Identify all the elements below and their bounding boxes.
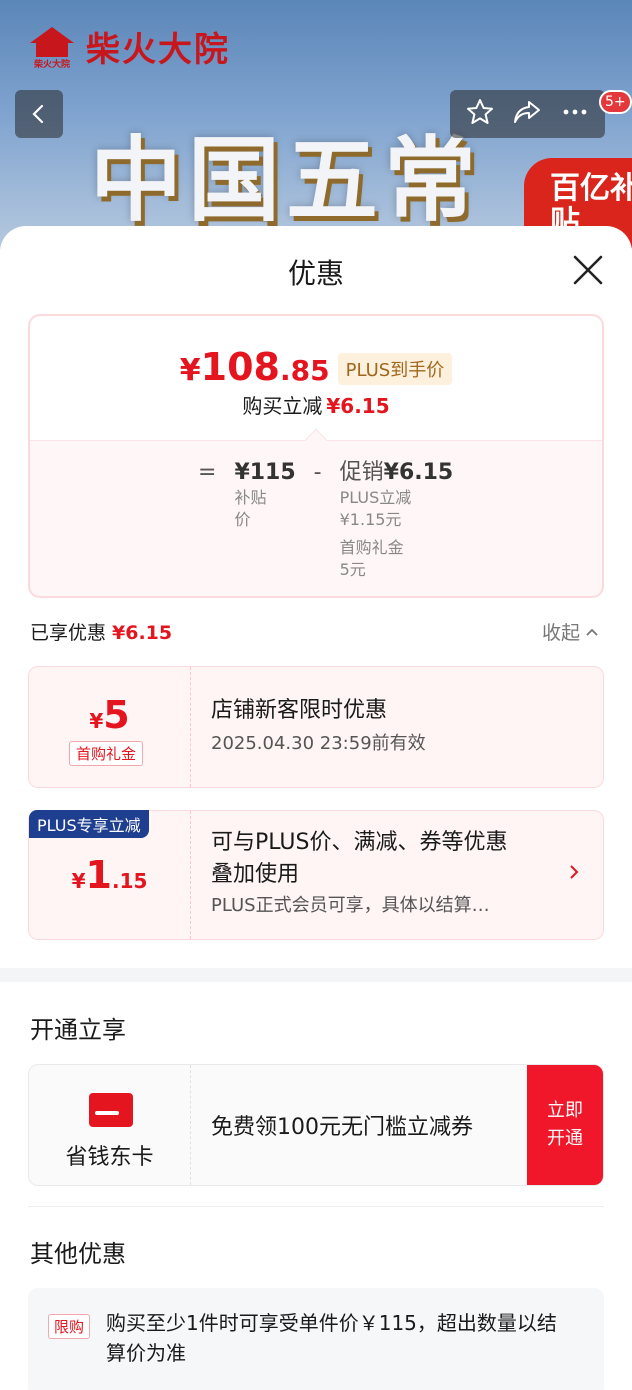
discount-sheet: 优惠 ¥108.85 PLUS到手价 购买立减¥6.15 = ¥115 补贴价 — [0, 226, 632, 1390]
close-button[interactable] — [570, 252, 606, 288]
limit-tag: 限购 — [48, 1314, 91, 1339]
more-button[interactable] — [560, 97, 590, 131]
open-section-title: 开通立享 — [30, 1016, 126, 1044]
sheet-title: 优惠 — [287, 257, 344, 290]
minus-sign: - — [313, 460, 322, 485]
coupon-amount: ¥1.15 — [71, 853, 148, 897]
share-icon — [514, 101, 541, 123]
brand-logo: 柴火大院 — [28, 25, 76, 70]
card-name: 省钱东卡 — [65, 1145, 154, 1170]
top-actions — [450, 90, 605, 138]
membership-card[interactable]: 省钱东卡 免费领100元无门槛立减券 立即 开通 — [28, 1064, 604, 1186]
back-button[interactable] — [15, 90, 63, 138]
other-section-title: 其他优惠 — [30, 1240, 126, 1268]
product-banner: 柴火大院 柴火大院 中国五常 百亿补贴 5+ — [0, 0, 632, 250]
brand-logo-text: 柴火大院 — [33, 59, 70, 70]
credit-card-icon — [89, 1093, 133, 1127]
purchase-limit-notice: 限购 购买至少1件时可享受单件价￥115，超出数量以结算价为准 — [28, 1288, 604, 1390]
section-divider — [0, 968, 632, 982]
coupon-title-line1: 可与PLUS价、满减、券等优惠 — [211, 830, 508, 855]
coupon-tag: 首购礼金 — [69, 741, 144, 766]
notification-badge: 5+ — [599, 90, 632, 114]
chevron-left-icon — [32, 104, 44, 124]
close-icon — [573, 255, 603, 285]
equals-sign: = — [198, 460, 217, 485]
coupon-title-line2: 叠加使用 — [211, 862, 300, 887]
base-price: ¥115 补贴价 — [234, 460, 296, 529]
banner-headline: 中国五常 — [90, 127, 483, 234]
coupon-amount: ¥5 — [89, 693, 130, 737]
favorite-button[interactable] — [465, 97, 495, 131]
chevron-up-icon — [586, 628, 598, 636]
chevron-right-icon — [570, 865, 579, 879]
coupon-validity: 2025.04.30 23:59前有效 — [211, 733, 426, 754]
collapse-toggle[interactable]: 收起 — [542, 618, 600, 645]
more-dots-icon — [563, 109, 587, 115]
enjoyed-discount: 已享优惠 ¥6.15 — [30, 622, 173, 644]
brand-name: 柴火大院 — [86, 30, 230, 70]
limit-text: 购买至少1件时可享受单件价￥115，超出数量以结算价为准 — [106, 1311, 557, 1365]
share-button[interactable] — [512, 97, 542, 131]
price-card: ¥108.85 PLUS到手价 购买立减 ¥6.15 = ¥115 补贴价 - 促… — [28, 314, 604, 598]
price-breakdown: = ¥115 补贴价 - 促销¥6.15 PLUS立减 ¥1.15元 首购礼金 … — [30, 428, 602, 596]
final-price: ¥108.85 — [179, 345, 330, 389]
divider — [28, 1206, 604, 1207]
instant-discount: 购买立减 ¥6.15 — [242, 394, 390, 418]
membership-offer: 免费领100元无门槛立减券 — [211, 1115, 473, 1140]
open-now-button[interactable]: 立即 开通 — [527, 1065, 603, 1185]
coupon-note: PLUS正式会员可享，具体以结算… — [211, 895, 490, 916]
star-icon — [466, 99, 493, 124]
promo-breakdown: 促销¥6.15 PLUS立减 ¥1.15元 首购礼金 5元 — [339, 460, 454, 579]
brand: 柴火大院 柴火大院 — [28, 22, 230, 71]
coupon-first-purchase[interactable]: ¥5 首购礼金 店铺新客限时优惠 2025.04.30 23:59前有效 — [28, 666, 604, 788]
plus-price-tag: PLUS到手价 — [337, 353, 453, 385]
coupon-plus-discount[interactable]: PLUS专享立减 ¥1.15 可与PLUS价、满减、券等优惠 叠加使用 PLUS… — [28, 810, 604, 940]
coupon-title: 店铺新客限时优惠 — [211, 698, 388, 723]
